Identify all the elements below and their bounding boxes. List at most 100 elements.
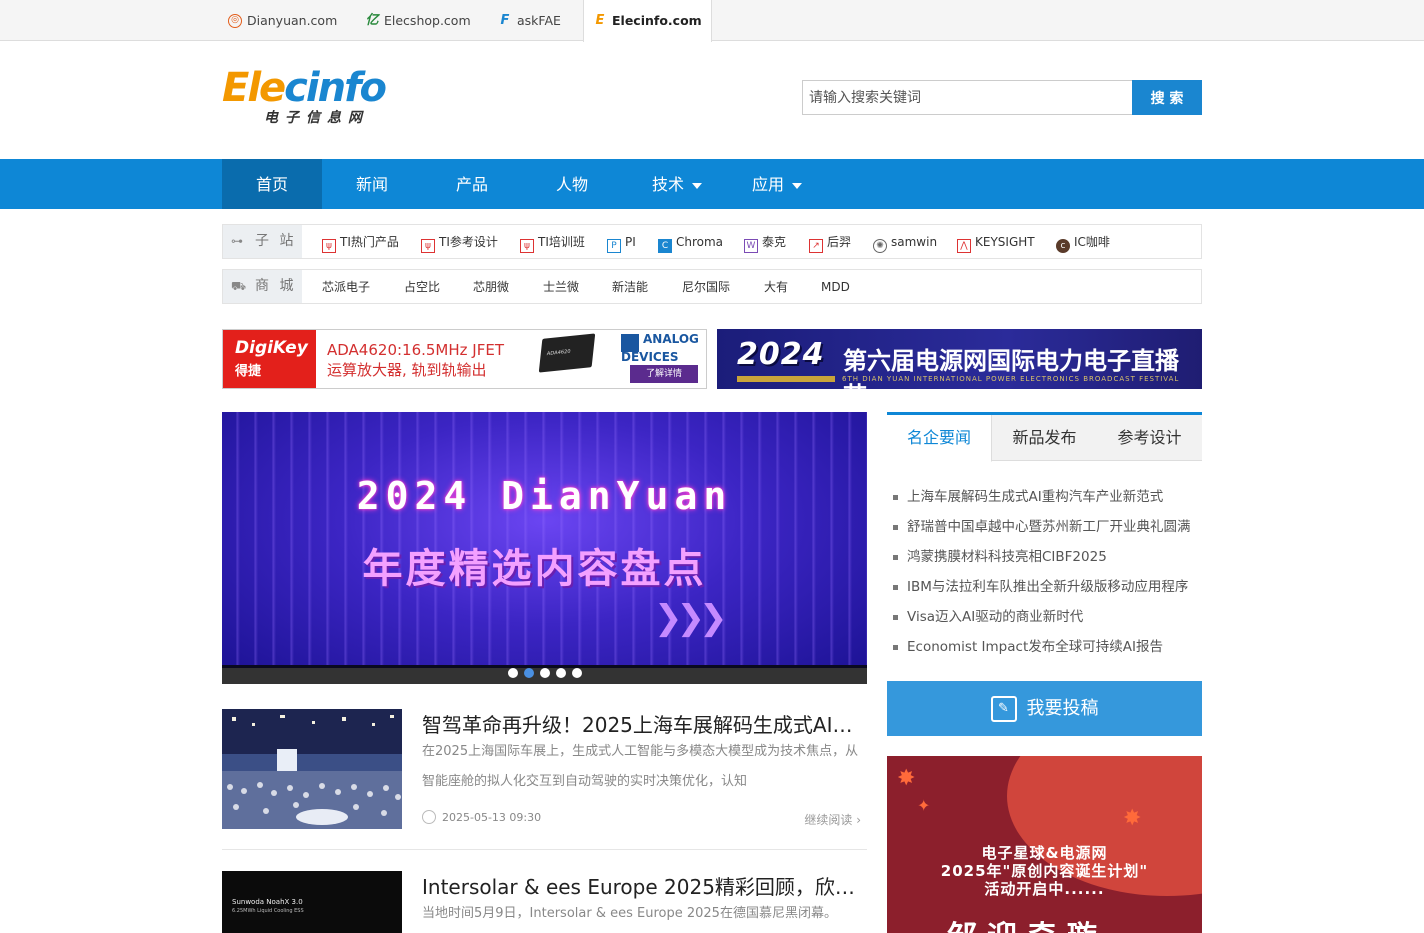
news-item[interactable]: 舒瑞普中国卓越中心暨苏州新工厂开业典礼圆满 — [893, 513, 1205, 543]
article-description: 在2025上海国际车展上，生成式人工智能与多模态大模型成为技术焦点，从智能座舱的… — [422, 744, 859, 789]
nav-label: 产品 — [455, 175, 488, 194]
nav-news[interactable]: 新闻 — [322, 159, 422, 209]
submit-article-button[interactable]: ✎ 我要投稿 — [887, 681, 1202, 736]
chevron-down-icon — [692, 182, 702, 189]
submit-label: 我要投稿 — [1026, 698, 1099, 719]
substations-label: ⊶ 子 站 — [223, 225, 302, 258]
substation-link[interactable]: ψ TI参考设计 — [421, 225, 498, 258]
mall-link[interactable]: 芯派电子 — [322, 270, 370, 303]
nav-label: 应用 — [751, 175, 784, 194]
site-logo[interactable]: Elecinfo 电子信息网 — [222, 66, 392, 128]
digikey-logo: DigiKey 得捷 — [223, 330, 316, 388]
article-title[interactable]: 智驾革命再升级！2025上海车展解码生成式AI重构汽车产业新范式 — [422, 709, 867, 738]
nav-products[interactable]: 产品 — [422, 159, 522, 209]
promo-text: 电子星球&电源网 2025年"原创内容诞生计划" 活动开启中...... — [940, 844, 1149, 898]
news-tabs: 名企要闻 新品发布 参考设计 — [887, 412, 1202, 462]
mall-link[interactable]: 大有 — [764, 270, 788, 303]
mall-link[interactable]: 芯朋微 — [473, 270, 509, 303]
substation-link[interactable]: ⋀ KEYSIGHT — [957, 225, 1035, 258]
news-item[interactable]: Economist Impact发布全球可持续AI报告 — [893, 633, 1205, 663]
arrow-circle-icon: › — [856, 813, 861, 827]
substation-link[interactable]: ✺ samwin — [873, 225, 937, 258]
news-item[interactable]: 鸿蒙携膜材料科技亮相CIBF2025 — [893, 543, 1205, 573]
tab-elecinfo[interactable]: E Elecinfo.com — [583, 0, 712, 42]
news-item[interactable]: IBM与法拉利车队推出全新升级版移动应用程序 — [893, 573, 1205, 603]
mall-link[interactable]: 占空比 — [404, 270, 440, 303]
carousel-dot-active[interactable] — [524, 668, 534, 678]
festival-year: 2024 — [737, 337, 825, 372]
festival-ad-banner[interactable]: 2024 第六届电源网国际电力电子直播节 6TH DIAN YUAN INTER… — [717, 329, 1202, 389]
article-thumbnail[interactable]: Sunwoda NoahX 3.0 6.25MWh Liquid Cooling… — [222, 871, 402, 933]
carousel-dots — [508, 668, 582, 678]
sitemap-icon: ⊶ — [231, 234, 243, 248]
substation-link[interactable]: C Chroma — [658, 225, 723, 258]
firework-icon: ✸ — [1123, 806, 1142, 831]
keysight-logo-icon: ⋀ — [957, 239, 971, 253]
nav-applications[interactable]: 应用 — [727, 159, 827, 209]
mall-link[interactable]: 士兰微 — [543, 270, 579, 303]
analog-devices-logo: ANALOG DEVICES — [621, 332, 699, 364]
substation-link[interactable]: ψ TI培训班 — [520, 225, 585, 258]
tab-reference-designs[interactable]: 参考设计 — [1097, 415, 1202, 461]
chroma-logo-icon: C — [658, 239, 672, 253]
article-item[interactable]: Sunwoda NoahX 3.0 6.25MWh Liquid Cooling… — [222, 871, 867, 933]
substation-link[interactable]: c IC咖啡 — [1056, 225, 1110, 258]
hero-carousel[interactable]: 2024 DianYuan 年度精选内容盘点 ❯❯❯ — [222, 412, 867, 684]
nav-people[interactable]: 人物 — [522, 159, 622, 209]
substation-link[interactable]: ψ TI热门产品 — [322, 225, 399, 258]
tab-askfae[interactable]: F askFAE — [498, 0, 561, 41]
tab-company-news[interactable]: 名企要闻 — [887, 415, 992, 462]
article-item[interactable]: 智驾革命再升级！2025上海车展解码生成式AI重构汽车产业新范式 在2025上海… — [222, 709, 867, 834]
article-thumbnail[interactable] — [222, 709, 402, 829]
digikey-ad-banner[interactable]: DigiKey 得捷 ADA4620:16.5MHz JFET 运算放大器, 轨… — [222, 329, 707, 389]
tab-label: Elecinfo.com — [612, 13, 702, 28]
substations-row: ⊶ 子 站 ψ TI热门产品 ψ TI参考设计 ψ TI培训班 P PI C Chroma … — [222, 224, 1202, 259]
samwin-logo-icon: ✺ — [873, 239, 887, 253]
elecinfo-icon: E — [595, 13, 605, 28]
article-description: 当地时间5月9日，Intersolar & ees Europe 2025在德国… — [422, 906, 837, 921]
arrows-icon: ❯❯❯ — [654, 598, 728, 638]
nav-label: 新闻 — [355, 175, 388, 194]
elecshop-icon: 亿 — [365, 12, 379, 28]
tab-dianyuan[interactable]: ◎ Dianyuan.com — [228, 0, 337, 41]
carousel-dot[interactable] — [556, 668, 566, 678]
mall-link[interactable]: MDD — [821, 270, 850, 303]
substation-link[interactable]: ↗ 后羿 — [809, 225, 851, 258]
ic-coffee-logo-icon: c — [1056, 239, 1070, 253]
tab-new-products[interactable]: 新品发布 — [992, 415, 1097, 461]
askfae-icon: F — [500, 12, 510, 28]
tab-elecshop[interactable]: 亿 Elecshop.com — [365, 0, 471, 41]
firework-icon: ✦ — [917, 796, 931, 815]
carousel-dot[interactable] — [508, 668, 518, 678]
ti-logo-icon: ψ — [421, 239, 435, 253]
tektronix-logo-icon: W — [744, 239, 758, 253]
carousel-dot[interactable] — [572, 668, 582, 678]
search-button[interactable]: 搜 索 — [1132, 80, 1202, 115]
substation-link[interactable]: P PI — [607, 225, 636, 258]
side-news-list: 上海车展解码生成式AI重构汽车产业新范式 舒瑞普中国卓越中心暨苏州新工厂开业典礼… — [893, 483, 1205, 663]
article-date: 2025-05-13 09:30 — [422, 810, 541, 824]
edit-icon: ✎ — [990, 696, 1017, 722]
learn-more-button[interactable]: 了解详情 — [630, 365, 698, 383]
promo-banner[interactable]: ✸ ✦ ✸ 电子星球&电源网 2025年"原创内容诞生计划" 活动开启中....… — [887, 756, 1202, 933]
logo-tagline: 电子信息网 — [264, 110, 369, 126]
nav-tech[interactable]: 技术 — [627, 159, 727, 209]
carousel-dot[interactable] — [540, 668, 550, 678]
mall-label: ⛟ 商 城 — [223, 270, 302, 303]
logo-text-orange: Ele — [222, 65, 286, 111]
tab-label: Elecshop.com — [384, 12, 471, 28]
promo-big-text: 邹迎奇璇 — [947, 912, 1107, 933]
news-item[interactable]: Visa迈入AI驱动的商业新时代 — [893, 603, 1205, 633]
chip-image: ADA4620 — [538, 333, 596, 373]
mall-link[interactable]: 新洁能 — [612, 270, 648, 303]
article-title[interactable]: Intersolar & ees Europe 2025精彩回顾，欣旺达储能成果… — [422, 871, 867, 900]
substation-link[interactable]: W 泰克 — [744, 225, 786, 258]
search-box: 搜 索 — [802, 80, 1202, 115]
mall-link[interactable]: 尼尔国际 — [682, 270, 730, 303]
search-input[interactable] — [802, 80, 1132, 115]
read-more-link[interactable]: 继续阅读 › — [804, 811, 861, 828]
nav-home[interactable]: 首页 — [222, 159, 322, 209]
nav-label: 首页 — [255, 175, 288, 194]
logo-text-blue: cinfo — [284, 65, 387, 111]
news-item[interactable]: 上海车展解码生成式AI重构汽车产业新范式 — [893, 483, 1205, 513]
